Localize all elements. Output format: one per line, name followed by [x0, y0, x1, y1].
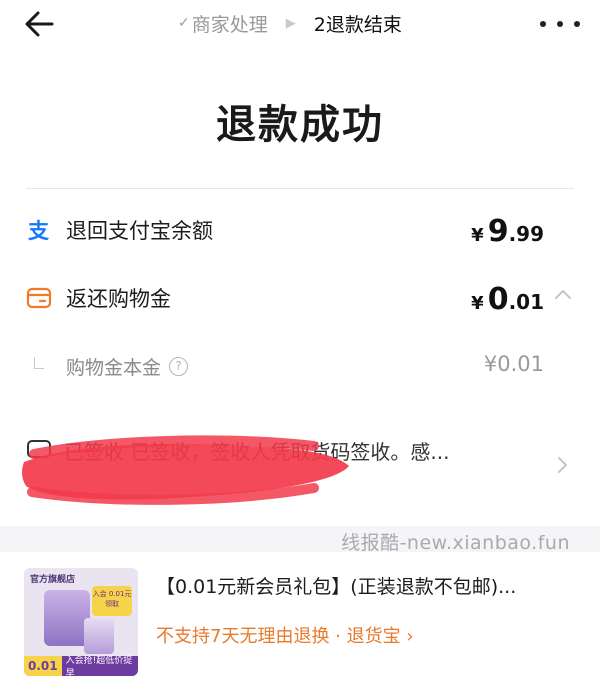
thumb-store-label: 官方旗舰店 — [30, 575, 76, 585]
refund-row-alipay-label: 退回支付宝余额 — [66, 219, 213, 243]
redaction-scribble — [22, 435, 349, 505]
chevron-right-icon[interactable] — [555, 456, 569, 474]
principal-label: 购物金本金 — [66, 356, 162, 379]
amount-integer: 0 — [487, 282, 509, 317]
thumb-price: 0.01 — [24, 656, 62, 676]
refund-row-credit-label: 返还购物金 — [66, 287, 171, 311]
wallet-icon — [26, 285, 52, 311]
more-icon[interactable] — [540, 10, 580, 38]
step-separator-icon: ▶ — [285, 15, 296, 31]
principal-amount: ¥0.01 — [483, 352, 544, 376]
product-title[interactable]: 【0.01元新会员礼包】(正装退款不包邮)... — [156, 572, 516, 599]
progress-steps: ✓ 商家处理 ▶ 2退款结束 — [178, 9, 402, 37]
step-merchant-label: 商家处理 — [191, 13, 268, 36]
milk-can-small-image — [84, 618, 114, 654]
amount-integer: 9 — [487, 214, 509, 249]
thumb-price-bar: 0.01 入会抢!超低价提早 — [24, 656, 138, 676]
step-refund-finished: 2退款结束 — [313, 13, 402, 36]
page-title: 退款成功 — [216, 102, 384, 148]
check-icon: ✓ — [178, 15, 190, 31]
tree-corner-icon — [34, 357, 44, 369]
refund-row-shopping-credit[interactable]: 返还购物金 ¥ 0 .01 — [26, 276, 574, 320]
refund-row-alipay: 支 退回支付宝余额 ¥ 9 .99 — [26, 208, 574, 252]
sub-row-principal: 购物金本金 ? ¥0.01 — [34, 348, 574, 384]
top-nav: ✓ 商家处理 ▶ 2退款结束 — [0, 0, 600, 50]
amount-decimal: .99 — [508, 222, 544, 246]
currency-symbol: ¥ — [471, 293, 484, 314]
chevron-up-icon[interactable] — [554, 286, 572, 304]
currency-symbol: ¥ — [471, 225, 484, 246]
alipay-refund-amount: ¥ 9 .99 — [471, 214, 544, 249]
amount-decimal: .01 — [508, 290, 544, 314]
svg-text:支: 支 — [28, 219, 50, 243]
product-card[interactable]: 官方旗舰店 入会 0.01元领取 0.01 入会抢!超低价提早 【0.01元新会… — [0, 552, 600, 676]
back-arrow-icon[interactable] — [22, 8, 56, 40]
refund-card: ✓ 商家处理 ▶ 2退款结束 退款成功 支 退回支付宝余额 ¥ 9 .99 返还… — [0, 0, 600, 526]
thumb-badge: 入会 0.01元领取 — [92, 586, 132, 616]
thumb-price-tail: 入会抢!超低价提早 — [65, 656, 133, 676]
step-merchant: ✓ 商家处理 — [178, 10, 268, 37]
help-icon[interactable]: ? — [169, 356, 189, 376]
credit-refund-amount: ¥ 0 .01 — [471, 282, 544, 317]
product-image[interactable]: 官方旗舰店 入会 0.01元领取 0.01 入会抢!超低价提早 — [24, 568, 138, 676]
product-return-note[interactable]: 不支持7天无理由退换 · 退货宝 › — [156, 622, 414, 648]
watermark: 线报酷-new.xianbao.fun — [341, 532, 570, 554]
divider — [26, 188, 574, 189]
alipay-icon: 支 — [26, 217, 52, 243]
